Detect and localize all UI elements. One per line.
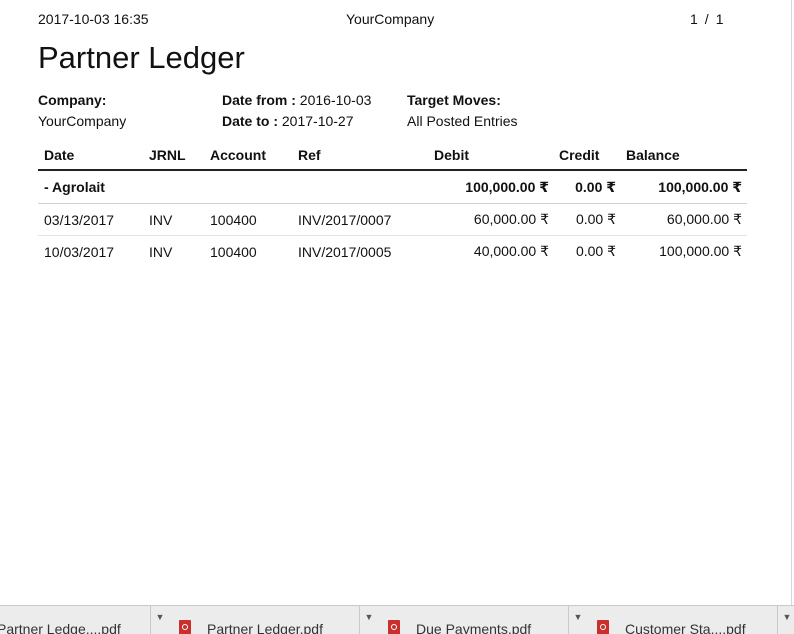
download-shelf: Partner Ledge....pdf ▼ Partner Ledger.pd…	[0, 605, 794, 634]
download-item[interactable]: Customer Sta....pdf	[587, 606, 778, 634]
row-account: 100400	[210, 211, 257, 228]
chevron-down-icon[interactable]: ▼	[568, 606, 587, 634]
pdf-file-icon	[179, 620, 191, 634]
row-credit: 0.00 ₹	[575, 211, 616, 227]
report-page: 2017-10-03 16:35 YourCompany 1 / 1 Partner…	[0, 0, 794, 605]
header-company-name: YourCompany	[346, 11, 435, 27]
row-account: 100400	[210, 243, 257, 260]
date-range-info: Date from : 2016-10-03 Date to : 2017-10…	[222, 90, 371, 132]
table-row: 10/03/2017 INV 100400 INV/2017/0005 40,0…	[38, 236, 747, 267]
group-balance-total: 100,000.00 ₹	[658, 178, 742, 195]
date-from-value: 2016-10-03	[299, 92, 372, 108]
column-header-credit: Credit	[559, 147, 600, 163]
column-header-balance: Balance	[626, 147, 680, 163]
pdf-file-icon	[597, 620, 609, 634]
row-debit: 40,000.00 ₹	[473, 243, 549, 259]
row-date: 10/03/2017	[44, 243, 115, 260]
print-timestamp: 2017-10-03 16:35	[38, 11, 149, 27]
download-item[interactable]: Partner Ledger.pdf	[169, 606, 360, 634]
download-filename: Due Payments.pdf	[416, 621, 532, 634]
group-debit-total: 100,000.00 ₹	[465, 178, 549, 195]
date-to-value: 2017-10-27	[281, 113, 354, 129]
row-journal: INV	[149, 243, 173, 260]
table-row: 03/13/2017 INV 100400 INV/2017/0007 60,0…	[38, 204, 747, 236]
company-label: Company:	[38, 92, 107, 108]
row-journal: INV	[149, 211, 173, 228]
download-filename: Partner Ledge....pdf	[0, 621, 121, 634]
target-moves-value: All Posted Entries	[407, 113, 518, 129]
company-info: Company: YourCompany	[38, 90, 126, 132]
page-separator: /	[704, 11, 709, 27]
page-number: 1 / 1	[690, 11, 723, 27]
chevron-down-icon[interactable]: ▼	[777, 606, 794, 634]
download-item[interactable]: Due Payments.pdf	[378, 606, 569, 634]
partner-group-row: - Agrolait 100,000.00 ₹ 0.00 ₹ 100,000.0…	[38, 171, 747, 204]
column-header-jrnl: JRNL	[149, 147, 186, 163]
date-from-label: Date from :	[222, 92, 296, 108]
row-balance: 60,000.00 ₹	[666, 211, 742, 227]
column-header-debit: Debit	[434, 147, 469, 163]
download-filename: Customer Sta....pdf	[625, 621, 746, 634]
page-title: Partner Ledger	[38, 40, 245, 75]
page-current: 1	[690, 11, 698, 27]
group-credit-total: 0.00 ₹	[575, 178, 616, 195]
partner-name: - Agrolait	[44, 179, 105, 195]
column-header-date: Date	[44, 147, 75, 163]
table-header-row: Date JRNL Account Ref Debit Credit Balan…	[38, 141, 747, 171]
ledger-table: Date JRNL Account Ref Debit Credit Balan…	[38, 141, 747, 267]
page-total: 1	[715, 11, 724, 27]
column-header-account: Account	[210, 147, 266, 163]
row-debit: 60,000.00 ₹	[473, 211, 549, 227]
row-reference: INV/2017/0007	[298, 211, 392, 228]
column-header-ref: Ref	[298, 147, 321, 163]
date-to-label: Date to :	[222, 113, 278, 129]
pdf-file-icon	[388, 620, 400, 634]
download-item[interactable]: Partner Ledge....pdf	[0, 606, 151, 634]
chevron-down-icon[interactable]: ▼	[150, 606, 169, 634]
row-reference: INV/2017/0005	[298, 243, 392, 260]
page-edge-divider	[791, 0, 792, 605]
chevron-down-icon[interactable]: ▼	[359, 606, 378, 634]
row-date: 03/13/2017	[44, 211, 115, 228]
target-moves-label: Target Moves:	[407, 92, 501, 108]
row-credit: 0.00 ₹	[575, 243, 616, 259]
target-moves-info: Target Moves: All Posted Entries	[407, 90, 518, 132]
company-value: YourCompany	[38, 113, 127, 129]
row-balance: 100,000.00 ₹	[659, 243, 742, 259]
download-filename: Partner Ledger.pdf	[207, 621, 323, 634]
